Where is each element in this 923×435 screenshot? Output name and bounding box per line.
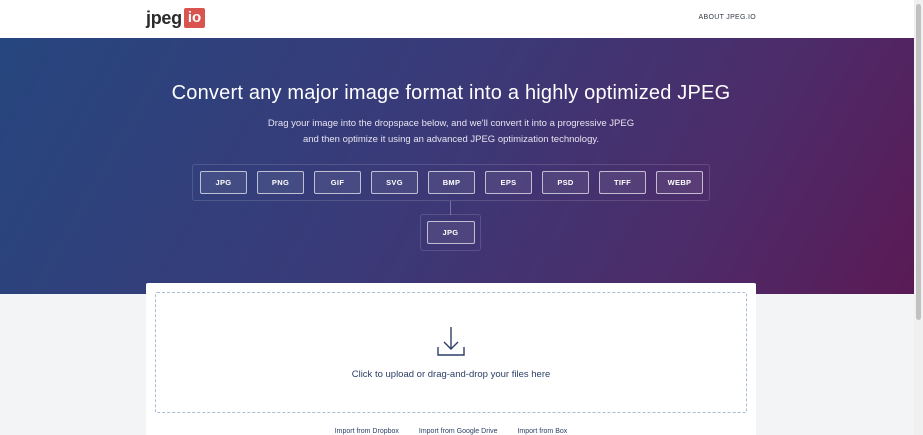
hero-title: Convert any major image format into a hi… bbox=[171, 82, 731, 104]
hero-subtitle: Drag your image into the dropspace below… bbox=[0, 116, 902, 148]
logo-text: jpeg bbox=[146, 8, 182, 28]
logo-badge: io bbox=[183, 8, 206, 28]
import-dropbox-link[interactable]: Import from Dropbox bbox=[335, 428, 399, 435]
target-format-box: JPG bbox=[420, 214, 481, 251]
about-link[interactable]: ABOUT JPEG.IO bbox=[699, 14, 756, 21]
page: jpeg io ABOUT JPEG.IO Convert any major … bbox=[0, 0, 923, 435]
format-button-jpg[interactable]: JPG bbox=[200, 171, 247, 194]
target-format-button-jpg[interactable]: JPG bbox=[426, 221, 475, 244]
import-links: Import from Dropbox Import from Google D… bbox=[146, 428, 756, 435]
scrollbar-thumb[interactable] bbox=[916, 4, 921, 320]
format-button-psd[interactable]: PSD bbox=[542, 171, 589, 194]
logo[interactable]: jpeg io bbox=[146, 7, 206, 29]
format-connector-line bbox=[450, 201, 451, 215]
format-button-bmp[interactable]: BMP bbox=[428, 171, 475, 194]
format-button-webp[interactable]: WEBP bbox=[656, 171, 703, 194]
format-button-svg[interactable]: SVG bbox=[371, 171, 418, 194]
hero-section: Convert any major image format into a hi… bbox=[0, 38, 914, 294]
format-button-png[interactable]: PNG bbox=[257, 171, 304, 194]
download-arrow-icon bbox=[437, 327, 465, 356]
page-scrollbar[interactable] bbox=[914, 0, 923, 435]
source-format-list: JPG PNG GIF SVG BMP EPS PSD TIFF WEBP bbox=[192, 164, 710, 201]
dropzone[interactable]: Click to upload or drag-and-drop your fi… bbox=[155, 292, 747, 413]
format-button-tiff[interactable]: TIFF bbox=[599, 171, 646, 194]
format-button-gif[interactable]: GIF bbox=[314, 171, 361, 194]
hero-subtitle-line-2: and then optimize it using an advanced J… bbox=[302, 134, 600, 145]
top-bar: jpeg io ABOUT JPEG.IO bbox=[0, 0, 914, 38]
upload-card: Click to upload or drag-and-drop your fi… bbox=[146, 283, 756, 435]
import-google-drive-link[interactable]: Import from Google Drive bbox=[419, 428, 498, 435]
dropzone-instructions: Click to upload or drag-and-drop your fi… bbox=[351, 369, 551, 380]
import-box-link[interactable]: Import from Box bbox=[517, 428, 567, 435]
format-button-eps[interactable]: EPS bbox=[485, 171, 532, 194]
hero-subtitle-line-1: Drag your image into the dropspace below… bbox=[267, 118, 635, 129]
